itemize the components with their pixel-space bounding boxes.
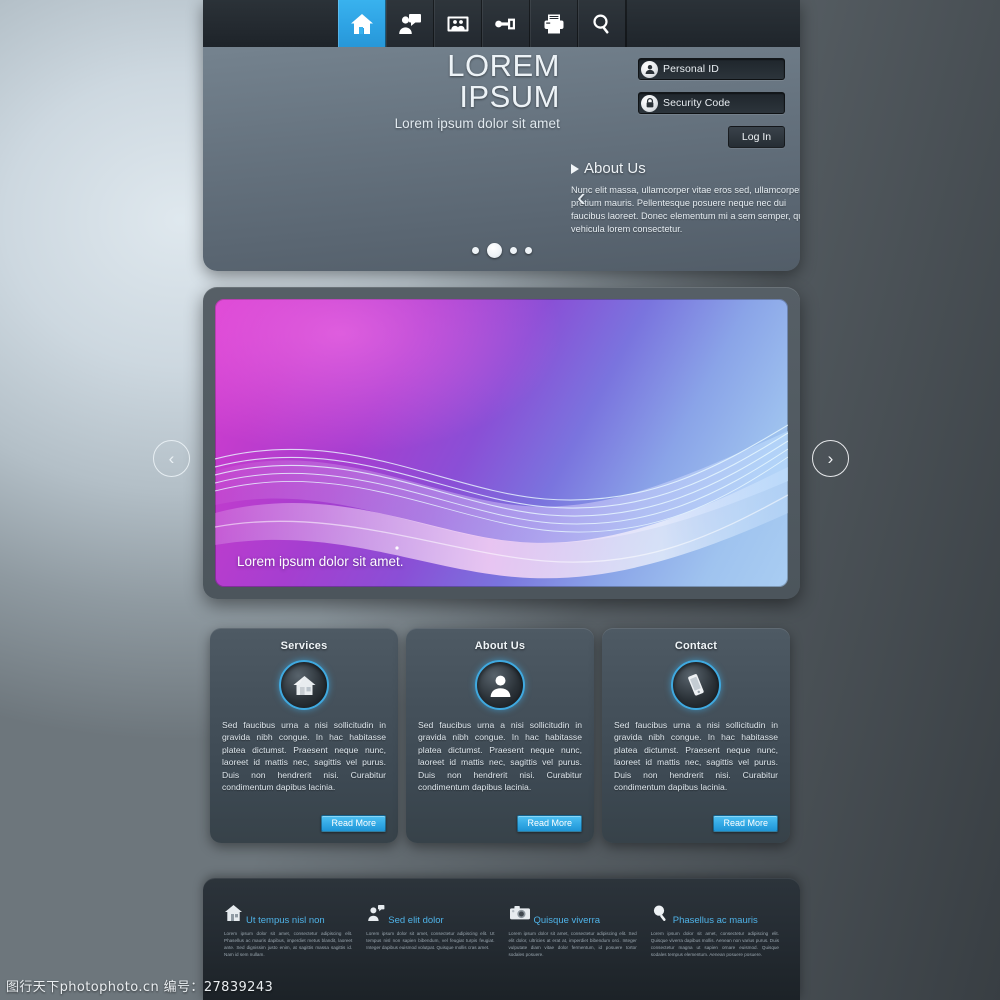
footer-item-title[interactable]: Sed elit dolor bbox=[388, 915, 443, 927]
camera-icon bbox=[509, 904, 531, 927]
about-slider-heading: About Us bbox=[571, 160, 800, 177]
slider-dot[interactable] bbox=[471, 247, 479, 254]
toolbar-left-spacer bbox=[203, 0, 338, 47]
hero-banner[interactable]: Lorem ipsum dolor sit amet. bbox=[215, 299, 788, 587]
hero-prev-button[interactable]: ‹ bbox=[153, 440, 190, 477]
printer-icon bbox=[542, 13, 566, 35]
card-title: Services bbox=[280, 640, 328, 652]
card-icon-wrap bbox=[222, 660, 386, 710]
footer-item-body: Lorem ipsum dolor sit amet, consectetur … bbox=[224, 931, 353, 957]
card-body: Sed faucibus urna a nisi sollicitudin in… bbox=[614, 720, 778, 793]
footer-item-head: Ut tempus nisl non bbox=[224, 904, 352, 927]
security-code-field[interactable]: Security Code bbox=[638, 92, 785, 114]
card-body: Sed faucibus urna a nisi sollicitudin in… bbox=[418, 720, 582, 793]
about-slider-body: Nunc elit massa, ullamcorper vitae eros … bbox=[571, 185, 800, 235]
read-more-button[interactable]: Read More bbox=[517, 815, 582, 832]
feature-cards: Services Sed faucibus urna a nisi sollic… bbox=[210, 628, 790, 843]
play-triangle-icon bbox=[571, 163, 579, 174]
main-toolbar bbox=[203, 0, 800, 47]
hero-wave-graphic bbox=[215, 424, 788, 579]
person-icon bbox=[475, 660, 525, 710]
card-about-us: About Us Sed faucibus urna a nisi sollic… bbox=[406, 628, 594, 843]
hero-caption: Lorem ipsum dolor sit amet. bbox=[237, 554, 404, 569]
card-title: About Us bbox=[474, 640, 526, 652]
footer-item-body: Lorem ipsum dolor sit amet, consectetur … bbox=[650, 931, 779, 957]
card-icon-wrap bbox=[614, 660, 778, 710]
footer-item-title[interactable]: Ut tempus nisl non bbox=[246, 915, 325, 927]
key-icon bbox=[494, 13, 518, 35]
brand-line-1: LOREM bbox=[447, 48, 560, 83]
security-code-label: Security Code bbox=[663, 97, 731, 109]
card-icon-wrap bbox=[418, 660, 582, 710]
slider-dot[interactable] bbox=[509, 247, 517, 254]
about-slider-prev[interactable]: ‹ bbox=[577, 182, 586, 213]
footer-item-2: Sed elit dolor Lorem ipsum dolor sit ame… bbox=[359, 904, 501, 1000]
read-more-button[interactable]: Read More bbox=[321, 815, 386, 832]
toolbar-item-gallery[interactable] bbox=[434, 0, 482, 47]
toolbar-item-search[interactable] bbox=[578, 0, 626, 47]
house-icon bbox=[224, 904, 243, 927]
login-form: Personal ID Security Code Log In bbox=[638, 58, 785, 148]
toolbar-right-spacer bbox=[626, 0, 800, 47]
chat-icon bbox=[366, 904, 385, 927]
footer-item-3: Quisque viverra Lorem ipsum dolor sit am… bbox=[502, 904, 644, 1000]
slider-dot-active[interactable] bbox=[486, 243, 502, 258]
read-more-button[interactable]: Read More bbox=[713, 815, 778, 832]
search-icon bbox=[651, 904, 670, 927]
card-title: Contact bbox=[674, 640, 718, 652]
header-panel: LOREM IPSUM Lorem ipsum dolor sit amet P… bbox=[203, 0, 800, 271]
toolbar-item-access[interactable] bbox=[482, 0, 530, 47]
brand-block: LOREM IPSUM Lorem ipsum dolor sit amet bbox=[260, 48, 560, 132]
brand-tagline: Lorem ipsum dolor sit amet bbox=[394, 116, 560, 132]
footer-item-head: Sed elit dolor bbox=[366, 904, 494, 927]
house-icon bbox=[279, 660, 329, 710]
card-services: Services Sed faucibus urna a nisi sollic… bbox=[210, 628, 398, 843]
lock-icon bbox=[641, 94, 658, 112]
hero-next-button[interactable]: › bbox=[812, 440, 849, 477]
footer-item-title[interactable]: Phasellus ac mauris bbox=[673, 915, 758, 927]
footer-item-body: Lorem ipsum dolor sit amet, consectetur … bbox=[508, 931, 637, 957]
about-slider-dots bbox=[203, 243, 800, 258]
card-contact: Contact Sed faucibus urna a nisi sollici… bbox=[602, 628, 790, 843]
toolbar-item-print[interactable] bbox=[530, 0, 578, 47]
about-slider: About Us Nunc elit massa, ullamcorper vi… bbox=[571, 160, 800, 236]
about-slider-title: About Us bbox=[584, 160, 646, 177]
phone-icon bbox=[671, 660, 721, 710]
slider-dot[interactable] bbox=[524, 247, 532, 254]
footer-item-4: Phasellus ac mauris Lorem ipsum dolor si… bbox=[644, 904, 786, 1000]
footer-panel: Ut tempus nisl non Lorem ipsum dolor sit… bbox=[203, 878, 800, 1000]
footer-item-title[interactable]: Quisque viverra bbox=[534, 915, 601, 927]
footer-item-head: Quisque viverra bbox=[509, 904, 637, 927]
home-icon bbox=[350, 13, 374, 35]
user-avatar-icon bbox=[641, 60, 658, 78]
footer-item-head: Phasellus ac mauris bbox=[651, 904, 779, 927]
brand-line-2: IPSUM bbox=[459, 78, 560, 114]
hero-banner-frame: Lorem ipsum dolor sit amet. bbox=[203, 287, 800, 599]
card-body: Sed faucibus urna a nisi sollicitudin in… bbox=[222, 720, 386, 793]
footer-item-body: Lorem ipsum dolor sit amet, consectetur … bbox=[366, 931, 495, 950]
gallery-icon bbox=[446, 13, 470, 35]
personal-id-label: Personal ID bbox=[663, 63, 719, 75]
login-button[interactable]: Log In bbox=[728, 126, 785, 148]
toolbar-item-home[interactable] bbox=[338, 0, 386, 47]
stock-watermark: 图行天下photophoto.cn 编号：27839243 bbox=[6, 980, 274, 995]
personal-id-field[interactable]: Personal ID bbox=[638, 58, 785, 80]
chat-icon bbox=[398, 13, 422, 35]
search-icon bbox=[590, 13, 614, 35]
toolbar-item-chat[interactable] bbox=[386, 0, 434, 47]
